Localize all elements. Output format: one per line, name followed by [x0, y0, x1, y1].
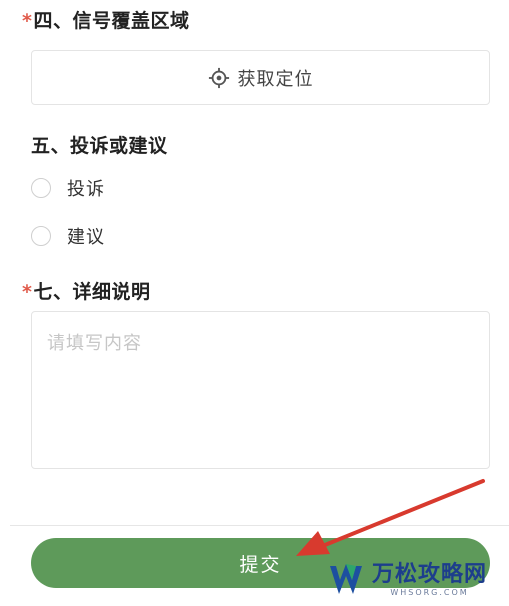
details-title-text: 七、详细说明 — [33, 281, 151, 303]
radio-option-complaint[interactable]: 投诉 — [31, 175, 105, 201]
radio-button-suggestion[interactable] — [31, 226, 51, 246]
coverage-title-text: 四、信号覆盖区域 — [33, 10, 190, 32]
radio-label-complaint: 投诉 — [67, 179, 105, 200]
submit-button[interactable]: 提交 — [31, 538, 490, 588]
complaint-title-text: 五、投诉或建议 — [31, 135, 168, 157]
get-location-label: 获取定位 — [237, 68, 314, 90]
details-textarea[interactable] — [31, 311, 490, 469]
radio-option-suggestion[interactable]: 建议 — [31, 223, 105, 249]
required-star: * — [22, 281, 33, 303]
radio-button-complaint[interactable] — [31, 178, 51, 198]
get-location-button[interactable]: 获取定位 — [31, 50, 490, 105]
watermark-subtitle: WHSORG.COM — [390, 587, 469, 597]
submit-label: 提交 — [239, 553, 282, 576]
section-title-coverage: *四、信号覆盖区域 — [22, 6, 189, 33]
section-title-details: *七、详细说明 — [22, 277, 150, 304]
radio-label-suggestion: 建议 — [67, 227, 105, 248]
footer-divider — [10, 525, 509, 526]
section-title-complaint: 五、投诉或建议 — [31, 131, 168, 158]
required-star: * — [22, 10, 33, 32]
crosshair-icon — [208, 67, 229, 88]
